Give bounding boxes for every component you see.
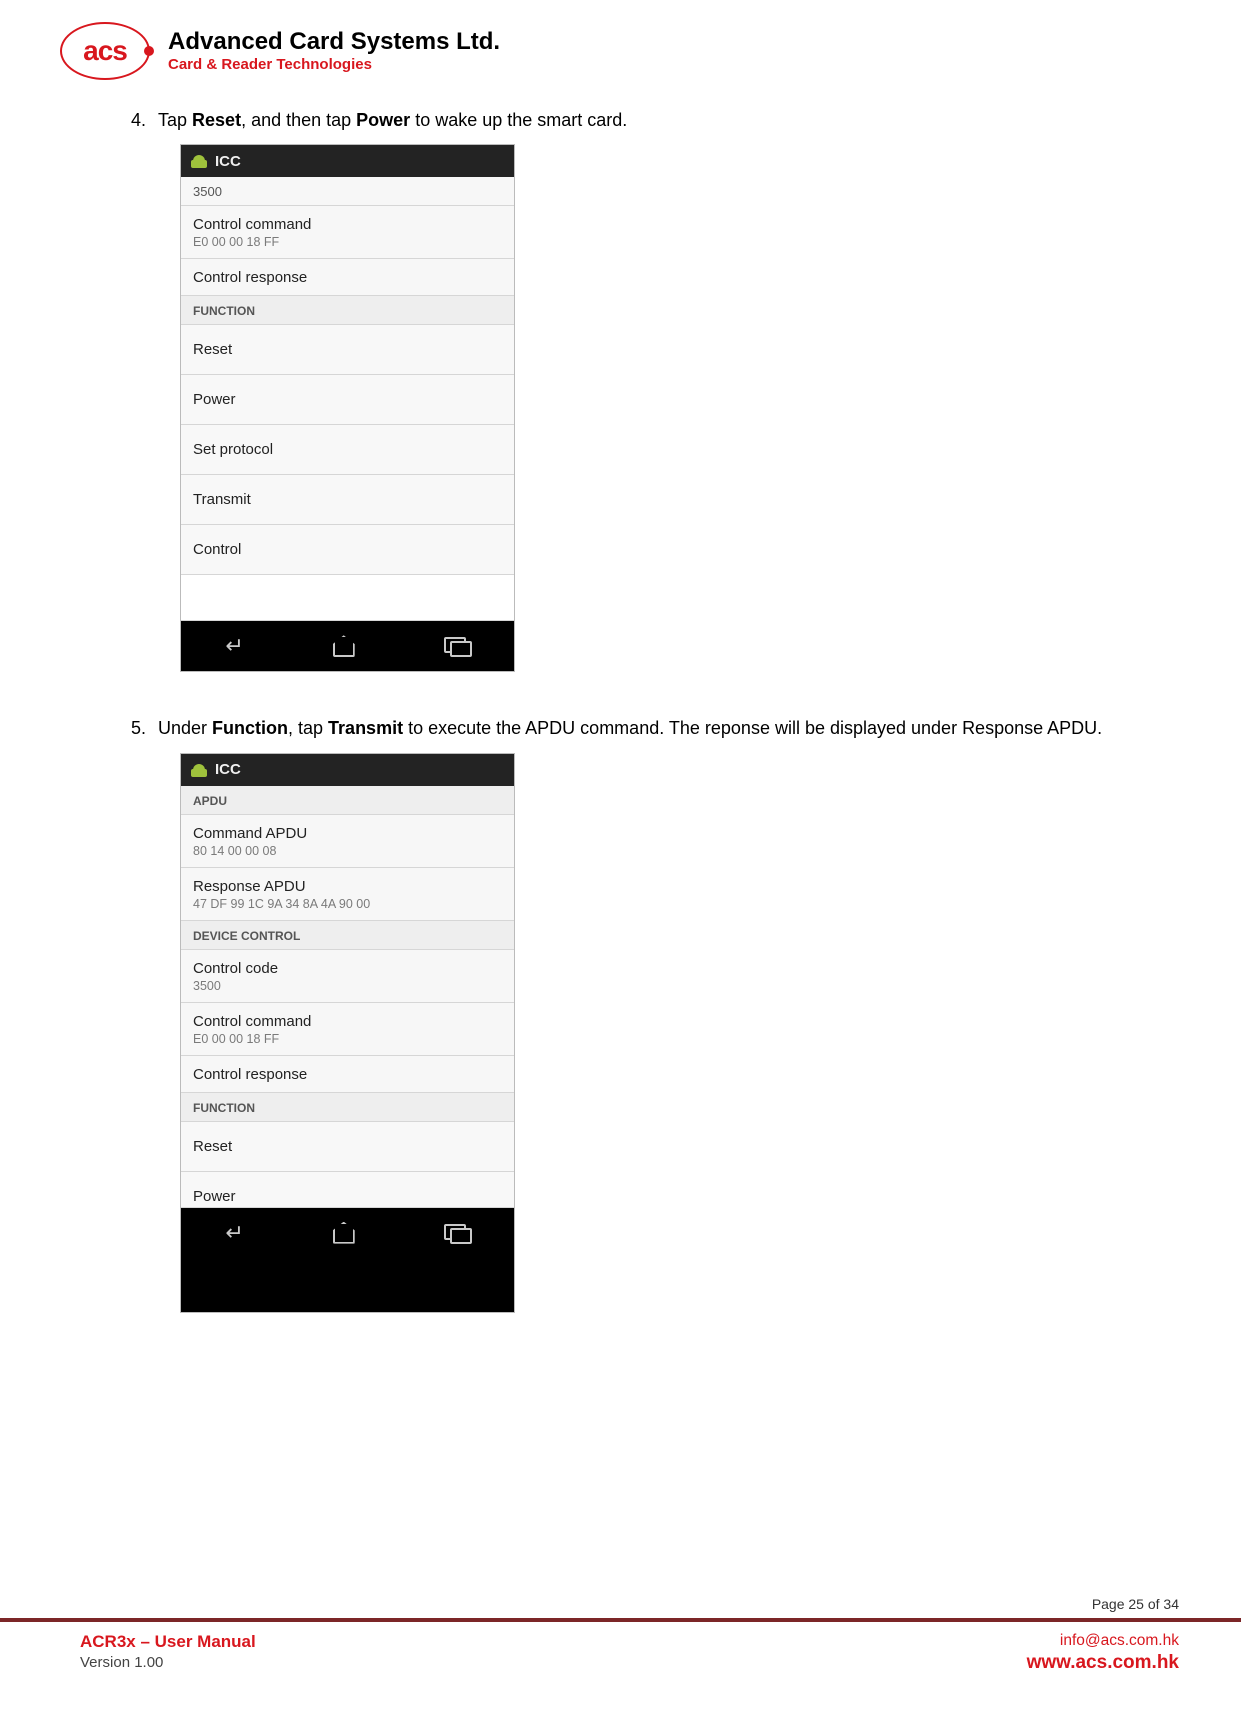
doc-version: Version 1.00 bbox=[80, 1654, 256, 1671]
list-item-control-response[interactable]: Control response bbox=[181, 259, 514, 296]
bold-transmit: Transmit bbox=[328, 718, 403, 738]
page-header: acs Advanced Card Systems Ltd. Card & Re… bbox=[60, 22, 500, 80]
item-sub: 47 DF 99 1C 9A 34 8A 4A 90 00 bbox=[193, 897, 502, 911]
android-icon bbox=[191, 152, 207, 170]
screenshot-1: ICC 3500 Control command E0 00 00 18 FF … bbox=[180, 144, 515, 672]
list-item: 3500 bbox=[181, 177, 514, 206]
set-protocol-button[interactable]: Set protocol bbox=[181, 425, 514, 475]
doc-title: ACR3x – User Manual bbox=[80, 1632, 256, 1652]
text: Under bbox=[158, 718, 212, 738]
list-item-response-apdu[interactable]: Response APDU 47 DF 99 1C 9A 34 8A 4A 90… bbox=[181, 868, 514, 921]
bold-function: Function bbox=[212, 718, 288, 738]
app-titlebar: ICC bbox=[181, 754, 514, 786]
item-sub: E0 00 00 18 FF bbox=[193, 1032, 502, 1046]
item-sub: 80 14 00 00 08 bbox=[193, 844, 502, 858]
item-title: Control code bbox=[193, 960, 502, 977]
text: , and then tap bbox=[241, 110, 356, 130]
value: 3500 bbox=[193, 184, 502, 199]
website: www.acs.com.hk bbox=[1027, 1652, 1179, 1674]
android-icon bbox=[191, 761, 207, 779]
recent-icon[interactable] bbox=[444, 637, 470, 655]
recent-icon[interactable] bbox=[444, 1224, 470, 1242]
step-4: 4. Tap Reset, and then tap Power to wake… bbox=[120, 108, 1140, 132]
control-button[interactable]: Control bbox=[181, 525, 514, 575]
text: to wake up the smart card. bbox=[410, 110, 627, 130]
item-title: Control response bbox=[193, 269, 502, 286]
list-item-control-command[interactable]: Control command E0 00 00 18 FF bbox=[181, 206, 514, 259]
text: , tap bbox=[288, 718, 328, 738]
reset-button[interactable]: Reset bbox=[181, 1122, 514, 1172]
step-5-text: Under Function, tap Transmit to execute … bbox=[158, 716, 1140, 740]
list-item-command-apdu[interactable]: Command APDU 80 14 00 00 08 bbox=[181, 815, 514, 868]
section-function: FUNCTION bbox=[181, 296, 514, 325]
company-name: Advanced Card Systems Ltd. bbox=[168, 29, 500, 55]
screenshot-2: ICC APDU Command APDU 80 14 00 00 08 Res… bbox=[180, 753, 515, 1313]
acs-logo-icon: acs bbox=[60, 22, 150, 80]
item-title: Control response bbox=[193, 1066, 502, 1083]
section-apdu: APDU bbox=[181, 786, 514, 815]
item-title: Command APDU bbox=[193, 825, 502, 842]
back-icon[interactable]: ↵ bbox=[225, 633, 243, 659]
app-title: ICC bbox=[215, 761, 241, 778]
bold-reset: Reset bbox=[192, 110, 241, 130]
reset-button[interactable]: Reset bbox=[181, 325, 514, 375]
android-navbar: ↵ bbox=[181, 621, 514, 671]
list-item-control-command[interactable]: Control command E0 00 00 18 FF bbox=[181, 1003, 514, 1056]
contact-email: info@acs.com.hk bbox=[1027, 1632, 1179, 1650]
home-icon[interactable] bbox=[333, 1222, 355, 1244]
list-item-control-response[interactable]: Control response bbox=[181, 1056, 514, 1093]
back-icon[interactable]: ↵ bbox=[225, 1220, 243, 1246]
section-function: FUNCTION bbox=[181, 1093, 514, 1122]
app-title: ICC bbox=[215, 153, 241, 170]
page-number: Page 25 of 34 bbox=[1092, 1596, 1179, 1612]
item-title: Control command bbox=[193, 1013, 502, 1030]
step-4-text: Tap Reset, and then tap Power to wake up… bbox=[158, 108, 1140, 132]
step-number: 5. bbox=[120, 716, 146, 740]
home-icon[interactable] bbox=[333, 635, 355, 657]
footer-left: ACR3x – User Manual Version 1.00 bbox=[80, 1632, 256, 1692]
company-tagline: Card & Reader Technologies bbox=[168, 57, 500, 74]
item-title: Control command bbox=[193, 216, 502, 233]
android-navbar: ↵ bbox=[181, 1208, 514, 1258]
logo-text: acs bbox=[83, 35, 127, 67]
step-number: 4. bbox=[120, 108, 146, 132]
text: Tap bbox=[158, 110, 192, 130]
page-content: 4. Tap Reset, and then tap Power to wake… bbox=[120, 108, 1140, 1313]
bold-power: Power bbox=[356, 110, 410, 130]
list-item-control-code[interactable]: Control code 3500 bbox=[181, 950, 514, 1003]
power-button[interactable]: Power bbox=[181, 375, 514, 425]
item-sub: E0 00 00 18 FF bbox=[193, 235, 502, 249]
blank-area bbox=[181, 575, 514, 621]
item-sub: 3500 bbox=[193, 979, 502, 993]
power-button[interactable]: Power bbox=[181, 1172, 514, 1208]
app-titlebar: ICC bbox=[181, 145, 514, 177]
section-device-control: DEVICE CONTROL bbox=[181, 921, 514, 950]
header-titles: Advanced Card Systems Ltd. Card & Reader… bbox=[168, 29, 500, 74]
footer-right: info@acs.com.hk www.acs.com.hk bbox=[1027, 1632, 1179, 1692]
item-title: Response APDU bbox=[193, 878, 502, 895]
transmit-button[interactable]: Transmit bbox=[181, 475, 514, 525]
text: to execute the APDU command. The reponse… bbox=[403, 718, 1102, 738]
page-footer: ACR3x – User Manual Version 1.00 info@ac… bbox=[0, 1622, 1241, 1692]
step-5: 5. Under Function, tap Transmit to execu… bbox=[120, 716, 1140, 740]
